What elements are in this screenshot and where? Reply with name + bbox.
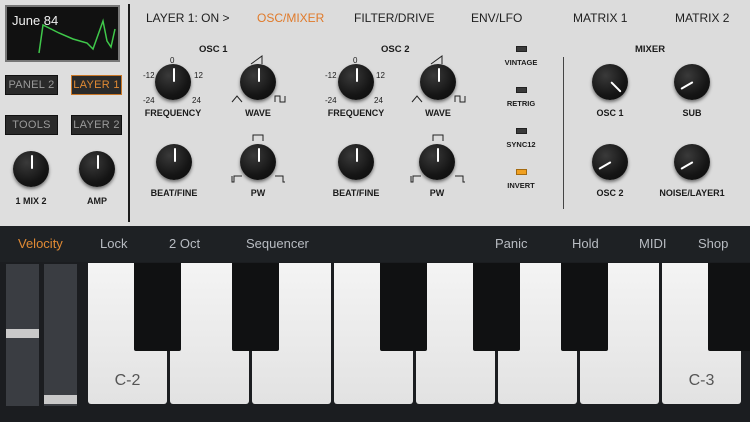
black-key-gs2[interactable] <box>473 263 520 351</box>
osc1-title: OSC 1 <box>199 44 228 55</box>
triangle-wave-icon-2 <box>411 95 423 103</box>
osc2-frequency-knob[interactable] <box>338 64 374 100</box>
osc2-pw-knob[interactable] <box>419 144 455 180</box>
retrig-label: RETRIG <box>506 99 536 108</box>
octave-button[interactable]: 2 Oct <box>169 236 200 251</box>
osc1-tick-m24: -24 <box>143 96 155 105</box>
hold-button[interactable]: Hold <box>572 236 599 251</box>
sync12-label: SYNC12 <box>506 140 536 149</box>
midi-button[interactable]: MIDI <box>639 236 666 251</box>
osc2-beat-fine-knob[interactable] <box>338 144 374 180</box>
tab-matrix2[interactable]: MATRIX 2 <box>675 11 729 25</box>
vintage-led[interactable] <box>516 46 527 52</box>
tools-button[interactable]: TOOLS <box>5 115 58 135</box>
tab-env-lfo[interactable]: ENV/LFO <box>471 11 522 25</box>
osc2-tick-12: 12 <box>376 71 385 80</box>
osc1-tick-24: 24 <box>192 96 201 105</box>
mixer-noise-label: NOISE/LAYER1 <box>659 188 725 198</box>
osc1-frequency-label: FREQUENCY <box>144 108 202 118</box>
shop-button[interactable]: Shop <box>698 236 728 251</box>
keyboard: C-2 C-3 <box>86 263 750 408</box>
osc1-beat-fine-knob[interactable] <box>156 144 192 180</box>
pw-square-icon <box>252 134 264 141</box>
osc1-tick-m12: -12 <box>143 71 155 80</box>
osc1-wave-label: WAVE <box>245 108 271 118</box>
mixer-sub-label: SUB <box>682 108 702 118</box>
panel2-button[interactable]: PANEL 2 <box>5 75 58 95</box>
triangle-wave-icon <box>231 95 243 103</box>
osc2-tick-m12: -12 <box>325 71 337 80</box>
mixer-noise-knob[interactable] <box>674 144 710 180</box>
osc2-wave-knob[interactable] <box>420 64 456 100</box>
osc1-pw-label: PW <box>250 188 266 198</box>
pw-wide-icon <box>275 175 285 183</box>
preset-display[interactable]: June 84 <box>5 5 120 62</box>
preset-name: June 84 <box>12 13 59 28</box>
key-label-low: C-2 <box>114 372 141 389</box>
tab-layer[interactable]: LAYER 1: ON > <box>146 11 229 25</box>
osc1-wave-knob[interactable] <box>240 64 276 100</box>
osc2-tick-m24: -24 <box>325 96 337 105</box>
osc1-tick-12: 12 <box>194 71 203 80</box>
osc2-beat-fine-label: BEAT/FINE <box>332 188 380 198</box>
amp-knob[interactable] <box>79 151 115 187</box>
black-key-cs3[interactable] <box>708 263 750 351</box>
osc2-pw-label: PW <box>429 188 445 198</box>
layer2-button[interactable]: LAYER 2 <box>71 115 122 135</box>
pw-narrow-icon-2 <box>410 175 421 183</box>
mix-knob-label: 1 MIX 2 <box>15 196 47 206</box>
sequencer-button[interactable]: Sequencer <box>246 236 309 251</box>
black-key-cs2[interactable] <box>134 263 181 351</box>
mixer-osc1-knob[interactable] <box>592 64 628 100</box>
key-label-high: C-3 <box>688 372 715 389</box>
mixer-osc2-knob[interactable] <box>592 144 628 180</box>
tab-osc-mixer[interactable]: OSC/MIXER <box>257 11 324 25</box>
black-key-as2[interactable] <box>561 263 608 351</box>
osc2-frequency-label: FREQUENCY <box>327 108 385 118</box>
lock-button[interactable]: Lock <box>100 236 127 251</box>
amp-knob-label: AMP <box>87 196 107 206</box>
black-key-ds2[interactable] <box>232 263 279 351</box>
mod-wheel-slider[interactable] <box>44 264 77 406</box>
pitch-bend-slider[interactable] <box>6 264 39 406</box>
pitch-bend-thumb[interactable] <box>6 329 39 338</box>
invert-led[interactable] <box>516 169 527 175</box>
osc1-pw-knob[interactable] <box>240 144 276 180</box>
mixer-osc2-label: OSC 2 <box>596 188 624 198</box>
osc2-tick-24: 24 <box>374 96 383 105</box>
mixer-osc1-label: OSC 1 <box>596 108 624 118</box>
mix-knob[interactable] <box>13 151 49 187</box>
synth-panel: June 84 PANEL 2 LAYER 1 TOOLS LAYER 2 1 … <box>0 0 750 226</box>
pw-wide-icon-2 <box>455 175 465 183</box>
black-key-fs2[interactable] <box>380 263 427 351</box>
vintage-label: VINTAGE <box>504 58 538 67</box>
osc2-title: OSC 2 <box>381 44 410 55</box>
panel-divider <box>128 4 130 222</box>
osc1-frequency-knob[interactable] <box>155 64 191 100</box>
invert-label: INVERT <box>507 181 535 190</box>
layer1-button[interactable]: LAYER 1 <box>71 75 122 95</box>
osc2-wave-label: WAVE <box>425 108 451 118</box>
mixer-sub-knob[interactable] <box>674 64 710 100</box>
mod-wheel-thumb[interactable] <box>44 395 77 404</box>
mixer-divider <box>563 57 564 209</box>
panic-button[interactable]: Panic <box>495 236 528 251</box>
mixer-title: MIXER <box>635 44 666 55</box>
tab-matrix1[interactable]: MATRIX 1 <box>573 11 627 25</box>
square-wave-icon-2 <box>454 95 466 103</box>
velocity-button[interactable]: Velocity <box>18 236 63 251</box>
sync12-led[interactable] <box>516 128 527 134</box>
pw-square-icon-2 <box>432 134 444 141</box>
retrig-led[interactable] <box>516 87 527 93</box>
tab-filter-drive[interactable]: FILTER/DRIVE <box>354 11 434 25</box>
osc1-beat-fine-label: BEAT/FINE <box>150 188 198 198</box>
square-wave-icon <box>274 95 286 103</box>
pw-narrow-icon <box>231 175 242 183</box>
